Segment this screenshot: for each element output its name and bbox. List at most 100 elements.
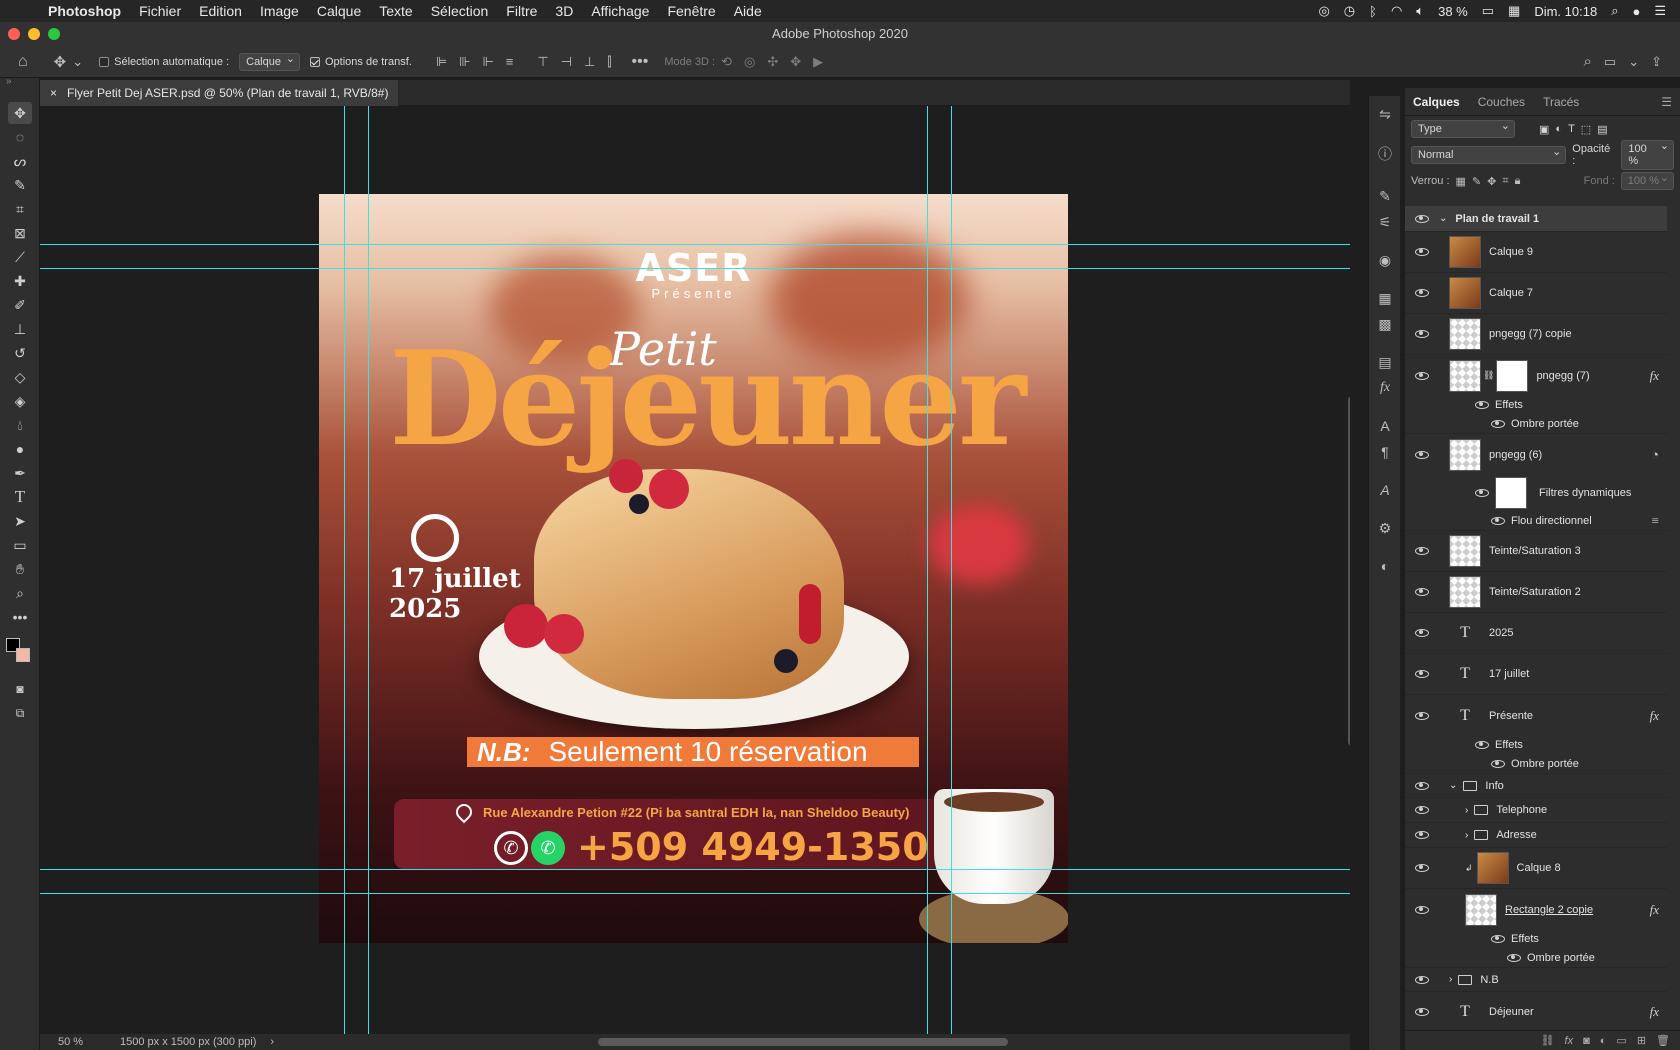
home-icon[interactable]: ⌂ [18,53,28,71]
group-item[interactable]: › Adresse [1405,823,1667,848]
visibility-eye-icon[interactable] [1415,214,1429,223]
layer-item[interactable]: ↲ Calque 8 [1405,848,1667,889]
visibility-eye-icon[interactable] [1415,588,1429,596]
align-middle-v-icon[interactable]: ⊣ [561,54,572,70]
visibility-eye-icon[interactable] [1415,711,1429,720]
fx-icon[interactable]: fx [1650,368,1659,384]
gradients-panel-icon[interactable]: ▤ [1375,352,1395,372]
share-icon[interactable]: ⇪ [1651,54,1662,70]
visibility-eye-icon[interactable] [1475,741,1489,749]
visibility-eye-icon[interactable] [1415,1007,1429,1016]
link-layers-icon[interactable]: ⛓ [1541,1034,1555,1047]
siri-icon[interactable]: ● [1632,4,1640,19]
pen-tool[interactable]: ✒ [8,462,32,484]
rectangle-tool[interactable]: ▭ [8,534,32,556]
screen-mode-icon[interactable]: ⧉ [8,702,32,724]
brush-tool[interactable]: ✐ [8,294,32,316]
gradient-tool[interactable]: ◈ [8,390,32,412]
battery-icon[interactable]: ▭ [1482,3,1494,19]
workspace-chevron-icon[interactable]: ⌄ [1628,54,1639,70]
type-tool[interactable]: T [8,486,32,508]
panel-menu-icon[interactable]: ☰ [1661,95,1672,115]
filter-mask-thumbnail[interactable] [1495,477,1527,509]
visibility-eye-icon[interactable] [1415,975,1429,984]
zoom-window-button[interactable] [48,28,60,40]
paragraph-panel-icon[interactable]: ¶ [1375,442,1395,462]
visibility-eye-icon[interactable] [1475,401,1489,409]
minimize-window-button[interactable] [28,28,40,40]
layer-item[interactable]: T Déjeuner fx [1405,992,1667,1032]
eraser-tool[interactable]: ◇ [8,366,32,388]
flyer-artboard[interactable]: ASER Présente Petit Déjeuner 17 juillet … [319,194,1068,943]
align-center-h-icon[interactable]: ⊪ [459,54,470,70]
add-style-icon[interactable]: fx [1565,1035,1574,1047]
lock-all-icon[interactable]: 🔒︎ [1515,175,1521,188]
volume-icon[interactable]: 🔈︎ [1416,3,1424,19]
zoom-tool[interactable]: ⌕ [8,582,32,604]
new-layer-icon[interactable]: ⊞ [1637,1034,1646,1047]
filter-type-icon[interactable]: T [1568,123,1575,135]
guide-horizontal[interactable] [40,268,1350,269]
time-machine-icon[interactable]: ◷ [1344,3,1355,19]
visibility-eye-icon[interactable] [1415,289,1429,297]
visibility-eye-icon[interactable] [1475,489,1489,497]
visibility-eye-icon[interactable] [1491,516,1505,525]
styles-panel-icon[interactable]: fx [1375,378,1395,398]
camera-3d-icon[interactable]: ▶ [813,54,823,70]
tool-preset-chevron-icon[interactable]: ⌄ [72,54,83,70]
lock-artboard-icon[interactable]: ⌗ [1502,175,1508,188]
visibility-eye-icon[interactable] [1415,629,1429,637]
effects-row[interactable]: Effets [1405,930,1667,948]
expand-chevron-icon[interactable]: ⌄ [1439,213,1447,224]
close-tab-icon[interactable]: × [50,86,57,100]
layer-item[interactable]: T Présente fx [1405,695,1667,736]
bluetooth-icon[interactable]: ᛒ [1369,4,1377,19]
auto-select-dropdown[interactable]: Calque [239,52,300,71]
menu-fenetre[interactable]: Fenêtre [667,3,715,19]
filter-adjustment-icon[interactable]: ◐ [1555,123,1562,135]
group-item[interactable]: › Telephone [1405,798,1667,823]
more-options-icon[interactable]: ••• [632,53,649,71]
keyboard-icon[interactable]: ▦ [1508,3,1520,19]
healing-brush-tool[interactable]: ✚ [8,270,32,292]
patterns-panel-icon[interactable]: ▩ [1375,314,1395,334]
guide-horizontal[interactable] [40,869,1350,870]
menu-calque[interactable]: Calque [317,3,361,19]
control-center-icon[interactable]: ☰ [1654,3,1666,19]
visibility-eye-icon[interactable] [1491,935,1505,943]
swatches-panel-icon[interactable]: ▦ [1375,288,1395,308]
visibility-eye-icon[interactable] [1491,759,1505,768]
filter-kind-dropdown[interactable]: Type [1411,119,1515,138]
visibility-eye-icon[interactable] [1415,864,1429,872]
distribute-icon[interactable]: ≡ [506,54,514,69]
guide-vertical[interactable] [368,106,369,1034]
tab-calques[interactable]: Calques [1413,95,1460,115]
menu-texte[interactable]: Texte [379,3,412,19]
move-tool[interactable]: ✥ [8,102,32,124]
collapse-toolbar-icon[interactable]: » [6,76,12,87]
frame-tool[interactable]: ⊠ [8,222,32,244]
add-mask-icon[interactable]: ◙ [1583,1035,1590,1047]
quick-mask-icon[interactable]: ◙ [8,678,32,700]
distribute-v-icon[interactable]: ⫿ [607,54,611,70]
fill-input[interactable]: 100 % [1620,171,1674,190]
guide-vertical[interactable] [927,106,928,1034]
brush-panel-icon[interactable]: ✎ [1375,186,1395,206]
filter-row[interactable]: Flou directionnel ≡ [1405,511,1667,531]
visibility-eye-icon[interactable] [1491,419,1505,428]
background-color-swatch[interactable] [16,648,30,662]
blur-tool[interactable]: 💧︎ [8,414,32,436]
visibility-eye-icon[interactable] [1415,781,1429,790]
layer-item[interactable]: T 17 juillet [1405,654,1667,695]
lock-position-icon[interactable]: ✥ [1487,175,1496,188]
wifi-icon[interactable]: ◠ [1391,3,1402,19]
workspace-icon[interactable]: ▭ [1604,54,1616,70]
layer-item[interactable]: T 2025 [1405,613,1667,654]
drag-3d-icon[interactable]: ✣ [767,54,778,70]
filter-pixel-icon[interactable]: ▣ [1539,123,1549,136]
canvas-area[interactable]: ASER Présente Petit Déjeuner 17 juillet … [40,106,1350,1034]
lock-pixels-icon[interactable]: ✎ [1472,175,1481,188]
horizontal-scrollbar[interactable] [598,1038,1008,1046]
history-panel-icon[interactable]: ⇋ [1375,104,1395,124]
transform-controls-checkbox[interactable] [309,56,320,67]
